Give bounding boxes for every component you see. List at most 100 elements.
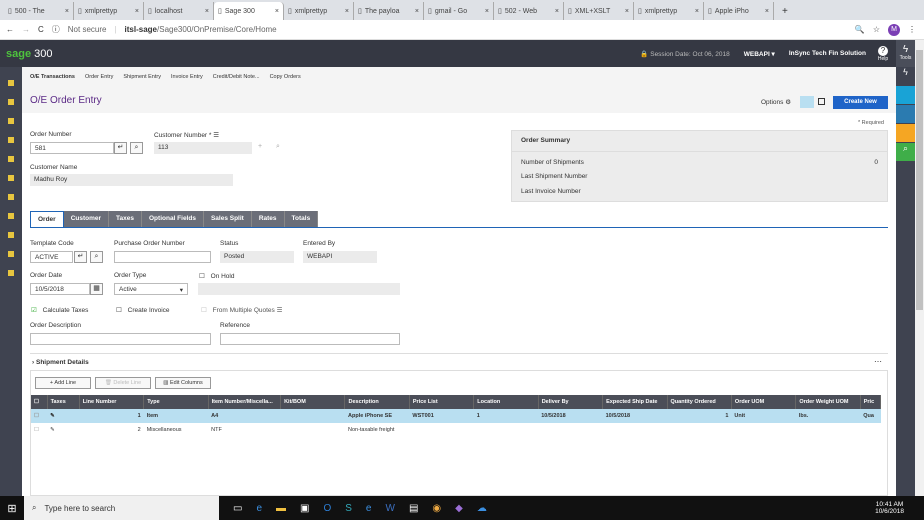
nav-order-entry[interactable]: Order Entry: [85, 74, 113, 80]
calendar-icon[interactable]: [8, 232, 14, 238]
tab-taxes[interactable]: Taxes: [109, 211, 142, 227]
user-menu[interactable]: WEBAPI ▾: [744, 50, 775, 58]
clock[interactable]: 10:41 AM 10/6/2018: [875, 501, 904, 515]
table-cell[interactable]: Non-taxable freight: [345, 423, 409, 437]
table-cell[interactable]: [409, 423, 473, 437]
column-header[interactable]: Quantity Ordered: [667, 395, 732, 409]
close-tab-icon[interactable]: ×: [625, 8, 629, 15]
column-header[interactable]: Line Number: [79, 395, 145, 409]
table-cell[interactable]: Apple iPhone SE: [344, 409, 410, 423]
tools-button[interactable]: ϟ Tools: [896, 40, 915, 67]
order-description-input[interactable]: [30, 333, 211, 345]
table-cell[interactable]: 2: [79, 423, 143, 437]
inventory-icon[interactable]: [8, 194, 14, 200]
bank-icon[interactable]: [8, 156, 14, 162]
table-cell[interactable]: 10/5/2018: [538, 409, 603, 423]
close-tab-icon[interactable]: ×: [275, 8, 279, 15]
close-tab-icon[interactable]: ×: [65, 8, 69, 15]
close-tab-icon[interactable]: ×: [695, 8, 699, 15]
order-date-input[interactable]: 10/5/2018: [30, 283, 90, 295]
edit-columns-button[interactable]: ▥ Edit Columns: [155, 377, 211, 389]
column-header[interactable]: Expected Ship Date: [602, 395, 668, 409]
table-cell[interactable]: Miscellaneous: [144, 423, 208, 437]
create-invoice-checkbox[interactable]: ☐ Create Invoice: [116, 306, 170, 314]
vs-icon[interactable]: ◆: [455, 503, 463, 514]
reload-icon[interactable]: C: [38, 25, 44, 34]
customer-number-input[interactable]: 113: [154, 142, 252, 154]
scrollbar[interactable]: [915, 40, 924, 496]
tab-customer[interactable]: Customer: [63, 211, 110, 227]
table-cell[interactable]: Qua: [860, 409, 881, 423]
table-cell[interactable]: NTF: [208, 423, 280, 437]
select-all-checkbox[interactable]: ☐: [31, 395, 48, 409]
notes-icon[interactable]: ▤: [409, 503, 418, 514]
options-button[interactable]: Options ⚙: [761, 98, 791, 106]
row-checkbox[interactable]: ☐: [31, 409, 48, 423]
close-tab-icon[interactable]: ×: [555, 8, 559, 15]
misc-icon[interactable]: [8, 270, 14, 276]
nav-shipment-entry[interactable]: Shipment Entry: [123, 74, 161, 80]
store-icon[interactable]: ▣: [300, 503, 309, 514]
column-header[interactable]: Price List: [409, 395, 475, 409]
star-icon[interactable]: ☆: [873, 25, 880, 34]
create-new-button[interactable]: Create New: [833, 96, 888, 109]
po-input[interactable]: [114, 251, 211, 263]
close-tab-icon[interactable]: ×: [765, 8, 769, 15]
browser-tab[interactable]: ▯ xmlprettyp ×: [74, 2, 144, 20]
sage-logo[interactable]: sage 300: [6, 48, 53, 60]
table-cell[interactable]: [860, 423, 880, 437]
reports-icon[interactable]: [8, 137, 14, 143]
column-header[interactable]: Location: [473, 395, 539, 409]
tab-rates[interactable]: Rates: [251, 211, 285, 227]
order-type-select[interactable]: Active ▾: [114, 283, 188, 295]
tab-order[interactable]: Order: [30, 211, 64, 227]
column-header[interactable]: Deliver By: [538, 395, 604, 409]
calendar-icon[interactable]: ▦: [90, 283, 103, 295]
table-cell[interactable]: [603, 423, 667, 437]
edit-pencil-icon[interactable]: ✎: [50, 427, 55, 433]
zoom-icon[interactable]: 🔍: [855, 25, 865, 34]
order-number-input[interactable]: 581: [30, 142, 114, 154]
window-settings-icon[interactable]: [896, 105, 915, 123]
table-cell[interactable]: [731, 423, 795, 437]
column-header[interactable]: Taxes: [47, 395, 80, 409]
table-cell[interactable]: A4: [208, 409, 281, 423]
table-cell[interactable]: 1: [667, 409, 732, 423]
table-cell[interactable]: lbs.: [795, 409, 861, 423]
lightning-icon[interactable]: ϟ: [896, 67, 915, 85]
column-header[interactable]: Item Number/Miscella...: [208, 395, 282, 409]
browser-tab[interactable]: ▯ XML+XSLT ×: [564, 2, 634, 20]
search-icon[interactable]: ⌕: [896, 143, 915, 161]
column-header[interactable]: Kit/BOM: [280, 395, 346, 409]
table-cell[interactable]: [281, 423, 345, 437]
table-row[interactable]: ☐ ✎ 2 Miscellaneous NTF Non-taxable freight: [31, 423, 881, 437]
customer-finder-icon[interactable]: ⌕: [276, 143, 280, 151]
taskbar-search[interactable]: ⌕ Type here to search: [24, 496, 219, 520]
company-name[interactable]: InSync Tech Fin Solution: [789, 50, 866, 57]
close-tab-icon[interactable]: ×: [415, 8, 419, 15]
edge-icon[interactable]: e: [256, 503, 262, 514]
document-icon[interactable]: [896, 124, 915, 142]
table-cell[interactable]: WST001: [409, 409, 474, 423]
browser-tab[interactable]: ▯ 502 - Web ×: [494, 2, 564, 20]
close-tab-icon[interactable]: ×: [135, 8, 139, 15]
table-cell[interactable]: Unit: [731, 409, 796, 423]
table-cell[interactable]: ✎: [47, 423, 79, 437]
template-finder-icon[interactable]: ⌕: [90, 251, 103, 263]
template-code-input[interactable]: ACTIVE: [30, 251, 73, 263]
menu-icon[interactable]: ⋮: [908, 25, 916, 34]
table-cell[interactable]: [280, 409, 345, 423]
new-tab-button[interactable]: +: [774, 6, 796, 20]
window-icon[interactable]: [896, 86, 915, 104]
table-cell[interactable]: 1: [79, 409, 144, 423]
task-view-icon[interactable]: ▭: [233, 503, 242, 514]
edit-pencil-icon[interactable]: ✎: [50, 413, 55, 419]
from-multiple-quotes-checkbox[interactable]: ☐ From Multiple Quotes ☰: [201, 306, 282, 314]
nav-copy-orders[interactable]: Copy Orders: [270, 74, 301, 80]
tab-totals[interactable]: Totals: [284, 211, 319, 227]
table-cell[interactable]: [796, 423, 860, 437]
table-cell[interactable]: ✎: [47, 409, 80, 423]
url[interactable]: itsl-sage/Sage300/OnPremise/Core/Home: [125, 25, 277, 34]
browser-tab[interactable]: ▯ gmail - Go ×: [424, 2, 494, 20]
browser-tab[interactable]: ▯ The payloa ×: [354, 2, 424, 20]
